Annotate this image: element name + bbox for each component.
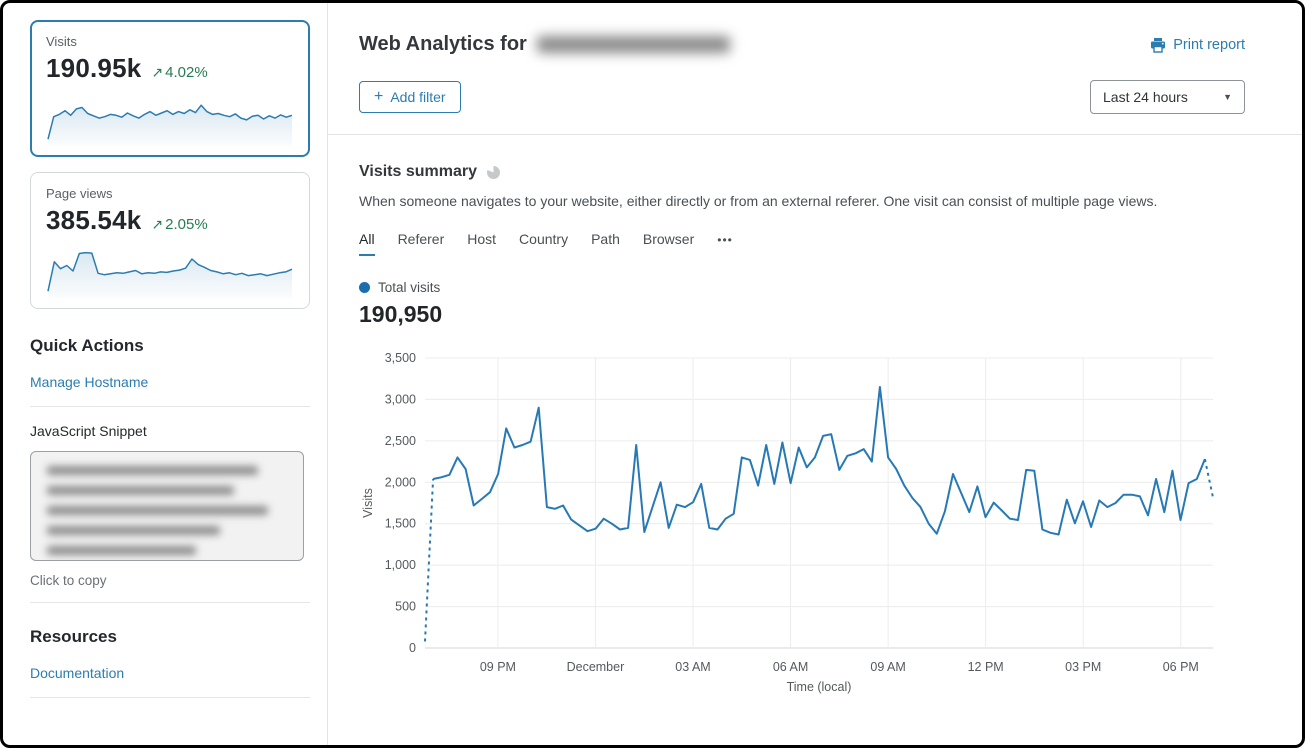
svg-text:2,500: 2,500 — [385, 434, 416, 448]
divider — [30, 697, 310, 698]
metric-value: 385.54k — [46, 205, 141, 236]
metric-card-page-views[interactable]: Page views 385.54k ↗2.05% — [30, 172, 310, 309]
redacted-code-line — [47, 486, 234, 495]
print-report-label: Print report — [1173, 37, 1245, 53]
quick-actions-heading: Quick Actions — [30, 336, 310, 356]
main-content: Web Analytics for Print report + Add fil… — [327, 3, 1303, 745]
svg-text:3,500: 3,500 — [385, 351, 416, 365]
time-range-select[interactable]: Last 24 hours ▼ — [1090, 80, 1245, 114]
divider — [30, 602, 310, 603]
svg-text:0: 0 — [409, 641, 416, 655]
trend-up-icon: ↗ — [151, 64, 163, 80]
add-filter-button[interactable]: + Add filter — [359, 81, 461, 113]
svg-text:December: December — [567, 660, 625, 674]
svg-text:500: 500 — [395, 600, 416, 614]
page-views-sparkline — [46, 242, 294, 298]
time-range-value: Last 24 hours — [1103, 89, 1188, 105]
manage-hostname-link[interactable]: Manage Hostname — [30, 374, 148, 390]
redacted-code-line — [47, 526, 220, 535]
tab-referer[interactable]: Referer — [398, 231, 445, 256]
svg-text:2,000: 2,000 — [385, 475, 416, 489]
metric-label: Page views — [46, 186, 294, 201]
summary-tabs: All Referer Host Country Path Browser ••… — [359, 231, 1245, 256]
redacted-code-line — [47, 466, 258, 475]
page-title: Web Analytics for — [359, 33, 527, 56]
tab-all[interactable]: All — [359, 231, 375, 256]
visits-sparkline — [46, 90, 294, 146]
pie-chart-icon[interactable] — [486, 165, 501, 180]
tab-host[interactable]: Host — [467, 231, 496, 256]
svg-text:09 AM: 09 AM — [870, 660, 905, 674]
javascript-snippet-label: JavaScript Snippet — [30, 423, 310, 439]
svg-text:06 PM: 06 PM — [1163, 660, 1199, 674]
tab-country[interactable]: Country — [519, 231, 568, 256]
more-tabs-icon[interactable]: ••• — [717, 233, 733, 254]
click-to-copy-hint: Click to copy — [30, 573, 310, 588]
visits-chart: 0 500 1,000 1,500 2,000 2,500 3,000 3,500 09 PM D… — [359, 344, 1245, 696]
tab-path[interactable]: Path — [591, 231, 620, 256]
sidebar: Visits 190.95k ↗4.02% Page views 385.54k… — [3, 3, 327, 745]
divider — [328, 134, 1303, 135]
documentation-link[interactable]: Documentation — [30, 665, 124, 681]
divider — [30, 406, 310, 407]
visits-summary-title: Visits summary — [359, 163, 477, 181]
javascript-snippet-box[interactable] — [30, 451, 304, 561]
window-frame: Visits 190.95k ↗4.02% Page views 385.54k… — [0, 0, 1305, 748]
redacted-code-line — [47, 506, 268, 515]
svg-text:Visits: Visits — [361, 488, 375, 518]
svg-text:12 PM: 12 PM — [968, 660, 1004, 674]
metric-value: 190.95k — [46, 53, 141, 84]
svg-text:1,000: 1,000 — [385, 558, 416, 572]
tab-browser[interactable]: Browser — [643, 231, 694, 256]
plus-icon: + — [374, 89, 383, 105]
resources-heading: Resources — [30, 627, 310, 647]
redacted-site-domain — [537, 36, 730, 53]
trend-up-icon: ↗ — [151, 216, 163, 232]
svg-text:06 AM: 06 AM — [773, 660, 808, 674]
print-report-button[interactable]: Print report — [1150, 37, 1245, 53]
chevron-down-icon: ▼ — [1223, 92, 1232, 102]
svg-text:1,500: 1,500 — [385, 517, 416, 531]
visits-summary-description: When someone navigates to your website, … — [359, 193, 1245, 209]
printer-icon — [1150, 37, 1166, 53]
svg-text:09 PM: 09 PM — [480, 660, 516, 674]
svg-text:Time (local): Time (local) — [787, 680, 852, 694]
svg-text:03 PM: 03 PM — [1065, 660, 1101, 674]
metric-card-visits[interactable]: Visits 190.95k ↗4.02% — [30, 20, 310, 157]
svg-text:3,000: 3,000 — [385, 392, 416, 406]
legend-label: Total visits — [378, 280, 440, 295]
total-visits-value: 190,950 — [359, 301, 1245, 328]
redacted-code-line — [47, 546, 196, 555]
svg-text:03 AM: 03 AM — [675, 660, 710, 674]
metric-delta: ↗2.05% — [151, 216, 207, 233]
legend-dot-icon — [359, 282, 370, 293]
metric-delta: ↗4.02% — [151, 64, 207, 81]
add-filter-label: Add filter — [390, 89, 445, 105]
metric-label: Visits — [46, 34, 294, 49]
visits-line-chart[interactable]: 0 500 1,000 1,500 2,000 2,500 3,000 3,500 09 PM D… — [359, 344, 1245, 696]
